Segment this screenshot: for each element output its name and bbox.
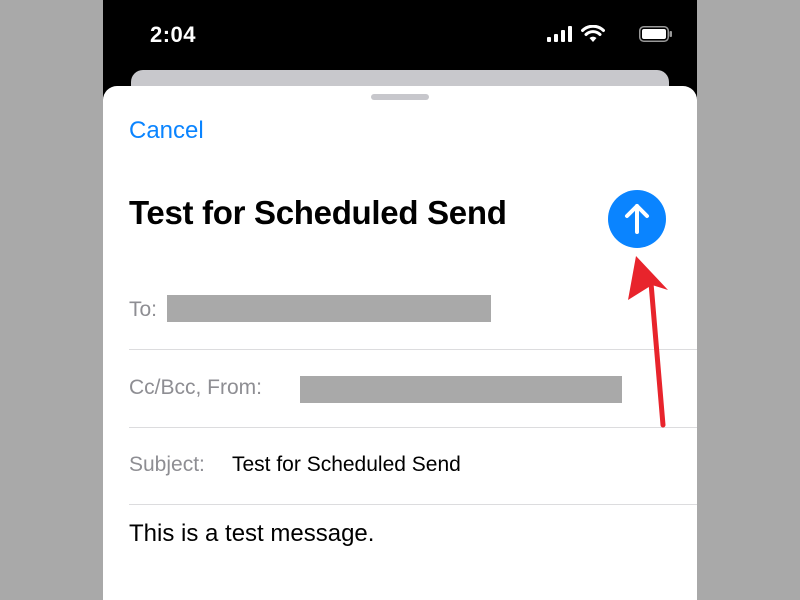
sheet-grabber[interactable] [371, 94, 429, 100]
wifi-icon [581, 25, 605, 42]
subject-label: Subject: [129, 453, 205, 476]
divider [129, 349, 697, 350]
phone-screen: 2:04 Cancel Test for Scheduled Send To: … [103, 0, 697, 600]
status-time: 2:04 [150, 22, 197, 47]
status-bar: 2:04 [103, 0, 697, 70]
divider [129, 504, 697, 505]
compose-title: Test for Scheduled Send [129, 194, 507, 231]
send-button[interactable] [608, 190, 666, 248]
divider [129, 427, 697, 428]
status-icons [533, 25, 673, 44]
subject-value[interactable]: Test for Scheduled Send [232, 453, 461, 477]
cc-bcc-from-label: Cc/Bcc, From: [129, 376, 263, 399]
cellular-signal-icon [547, 26, 572, 42]
to-recipient-redacted [167, 295, 491, 322]
cancel-button[interactable]: Cancel [129, 117, 204, 145]
arrow-up-icon [625, 204, 649, 234]
to-label: To: [129, 298, 158, 321]
battery-icon [639, 26, 672, 42]
compose-sheet: Cancel Test for Scheduled Send To: Cc/Bc… [103, 86, 697, 600]
message-body[interactable]: This is a test message. [129, 520, 374, 548]
from-address-redacted [300, 376, 622, 403]
